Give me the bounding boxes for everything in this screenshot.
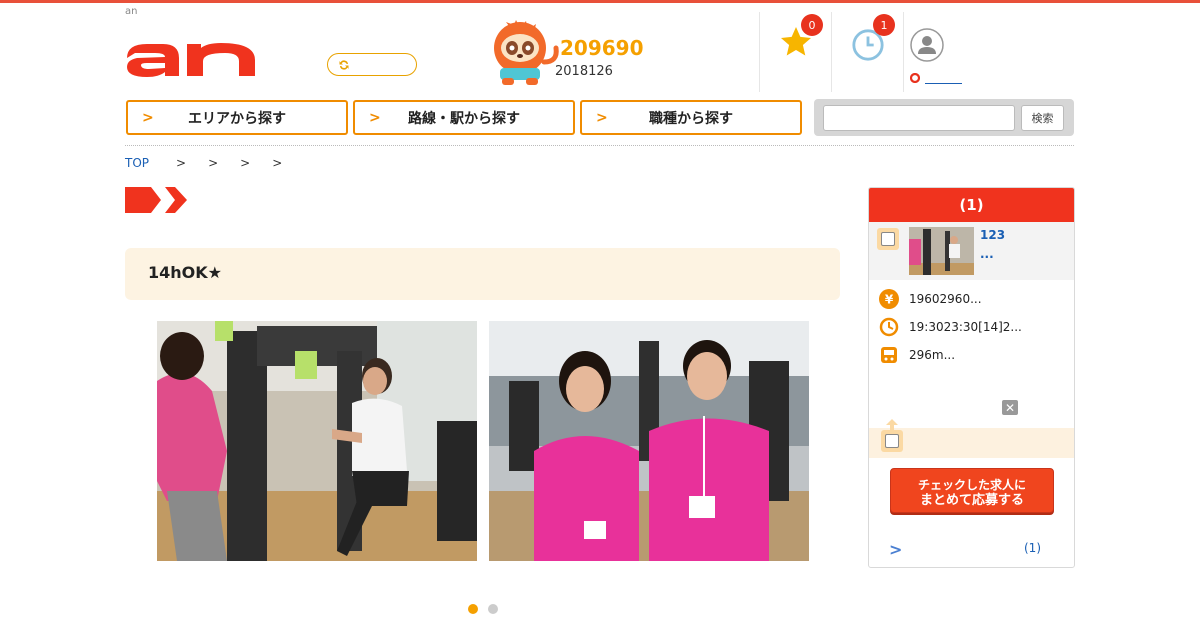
search-submit-button[interactable]: 検索 (1021, 105, 1064, 131)
kept-job-title-more[interactable]: ... (980, 247, 994, 261)
kept-job-title-link[interactable]: 123 (980, 228, 1005, 242)
breadcrumb: TOP > > > > (125, 156, 282, 170)
user-menu[interactable] (903, 12, 973, 92)
job-catch-title: 14hOK★ (125, 248, 840, 300)
gym-photo-training (157, 321, 477, 561)
salary-text: 19602960... (909, 292, 982, 306)
job-photo-1[interactable] (157, 321, 477, 561)
breadcrumb-separator: > (240, 156, 251, 170)
job-photo-2[interactable] (489, 321, 809, 561)
select-all-checkbox[interactable] (881, 430, 903, 452)
bulk-apply-label-line1: チェックした求人に (917, 478, 1026, 492)
gym-photo-staff (489, 321, 809, 561)
access-row: 296m... (879, 345, 955, 365)
refresh-button[interactable] (327, 53, 417, 76)
search-by-route-button[interactable]: > 路線・駅から探す (353, 100, 575, 135)
chevron-right-icon: > (142, 110, 154, 126)
feature-flags-icon (125, 187, 187, 213)
favorites-count-badge: 0 (801, 14, 823, 36)
kept-job-thumbnail[interactable] (909, 227, 974, 275)
search-by-job-type-label: 職種から探す (649, 110, 733, 127)
favorites-button[interactable]: 0 (759, 12, 831, 92)
search-by-job-type-button[interactable]: > 職種から探す (580, 100, 802, 135)
bulk-select-row (869, 419, 1074, 458)
top-accent-bar (0, 0, 1200, 3)
carousel-pagination (468, 604, 498, 614)
hours-row: 19:3023:30[14]2... (879, 317, 1022, 337)
login-link[interactable] (925, 83, 962, 84)
search-by-area-label: エリアから探す (188, 110, 286, 127)
access-text: 296m... (909, 348, 956, 362)
history-button[interactable]: 1 (831, 12, 903, 92)
search-by-route-label: 路線・駅から探す (408, 110, 520, 127)
breadcrumb-separator: > (208, 156, 219, 170)
kept-jobs-panel: (1) 123 ... ¥ 19602960... 19:3023:30[14]… (868, 187, 1075, 568)
search-by-area-button[interactable]: > エリアから探す (126, 100, 348, 135)
train-icon (881, 347, 897, 363)
refresh-icon (339, 59, 349, 70)
kept-job-item: 123 ... (869, 222, 1074, 280)
breadcrumb-separator: > (176, 156, 187, 170)
breadcrumb-top-link[interactable]: TOP (125, 156, 149, 170)
salary-row: ¥ 19602960... (879, 289, 982, 309)
keyword-search-box: 検索 (814, 99, 1074, 136)
user-avatar-icon (910, 28, 944, 62)
count-date: 2018126 (555, 64, 613, 79)
header-divider (125, 145, 1074, 146)
hours-text: 19:3023:30[14]2... (909, 320, 1022, 334)
kept-job-checkbox[interactable] (877, 228, 899, 250)
bulk-apply-button[interactable]: チェックした求人に まとめて応募する (890, 468, 1054, 513)
kept-jobs-panel-header: (1) (869, 188, 1074, 222)
chevron-right-icon[interactable]: > (889, 540, 902, 559)
clock-hours-icon (879, 317, 899, 337)
carousel-dot-2[interactable] (488, 604, 498, 614)
keyword-search-input[interactable] (823, 105, 1015, 131)
yen-icon: ¥ (879, 289, 899, 309)
brand-small-text: an (125, 6, 138, 17)
kept-jobs-list-link[interactable]: (1) (1024, 541, 1041, 555)
close-icon[interactable]: ✕ (1002, 400, 1018, 415)
chevron-right-icon: > (369, 110, 381, 126)
visitor-count: 209690 (560, 36, 644, 60)
chevron-right-icon: > (596, 110, 608, 126)
mascot-illustration (494, 20, 559, 85)
an-logo[interactable] (125, 36, 257, 78)
svg-text:¥: ¥ (885, 293, 894, 307)
history-count-badge: 1 (873, 14, 895, 36)
bulk-apply-label-line2: まとめて応募する (919, 493, 1024, 508)
carousel-dot-1[interactable] (468, 604, 478, 614)
status-dot-icon (910, 73, 920, 83)
breadcrumb-separator: > (272, 156, 283, 170)
kept-job-thumbnail-image (909, 227, 974, 275)
